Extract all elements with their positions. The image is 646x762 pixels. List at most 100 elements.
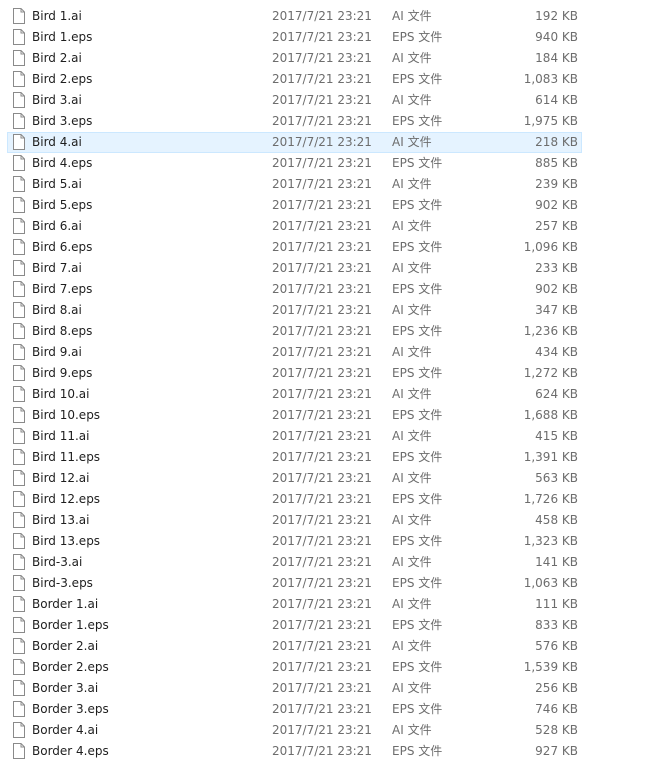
file-icon — [13, 407, 25, 423]
file-row[interactable]: Bird 13.eps 2017/7/21 23:21 EPS 文件 1,323… — [0, 531, 646, 552]
file-date-modified: 2017/7/21 23:21 — [272, 261, 372, 275]
file-row[interactable]: Bird 7.ai 2017/7/21 23:21 AI 文件 233 KB — [0, 258, 646, 279]
file-date-modified: 2017/7/21 23:21 — [272, 387, 372, 401]
file-row[interactable]: Bird-3.ai 2017/7/21 23:21 AI 文件 141 KB — [0, 552, 646, 573]
file-date-modified: 2017/7/21 23:21 — [272, 639, 372, 653]
file-size: 1,236 KB — [523, 324, 578, 338]
file-size: 1,083 KB — [523, 72, 578, 86]
file-row[interactable]: Bird 6.ai 2017/7/21 23:21 AI 文件 257 KB — [0, 216, 646, 237]
file-size: 434 KB — [535, 345, 578, 359]
file-size: 141 KB — [535, 555, 578, 569]
file-row[interactable]: Bird 7.eps 2017/7/21 23:21 EPS 文件 902 KB — [0, 279, 646, 300]
file-date-modified: 2017/7/21 23:21 — [272, 408, 372, 422]
file-name: Bird 8.eps — [32, 324, 93, 338]
file-row[interactable]: Bird 2.ai 2017/7/21 23:21 AI 文件 184 KB — [0, 48, 646, 69]
file-row[interactable]: Bird 1.eps 2017/7/21 23:21 EPS 文件 940 KB — [0, 27, 646, 48]
file-name: Bird 8.ai — [32, 303, 82, 317]
file-name: Bird 1.ai — [32, 9, 82, 23]
file-row[interactable]: Bird 12.eps 2017/7/21 23:21 EPS 文件 1,726… — [0, 489, 646, 510]
file-icon — [13, 554, 25, 570]
file-date-modified: 2017/7/21 23:21 — [272, 345, 372, 359]
file-icon — [13, 701, 25, 717]
file-row[interactable]: Bird 1.ai 2017/7/21 23:21 AI 文件 192 KB — [0, 6, 646, 27]
file-name: Bird 10.eps — [32, 408, 101, 422]
file-row[interactable]: Border 1.eps 2017/7/21 23:21 EPS 文件 833 … — [0, 615, 646, 636]
file-icon — [13, 155, 25, 171]
file-size: 192 KB — [535, 9, 578, 23]
file-name: Bird 3.eps — [32, 114, 93, 128]
file-name: Border 3.eps — [32, 702, 109, 716]
file-date-modified: 2017/7/21 23:21 — [272, 597, 372, 611]
file-date-modified: 2017/7/21 23:21 — [272, 198, 372, 212]
file-name: Bird 11.ai — [32, 429, 90, 443]
file-date-modified: 2017/7/21 23:21 — [272, 156, 372, 170]
file-icon — [13, 281, 25, 297]
file-name: Bird 5.ai — [32, 177, 82, 191]
file-size: 902 KB — [535, 282, 578, 296]
file-row[interactable]: Bird 12.ai 2017/7/21 23:21 AI 文件 563 KB — [0, 468, 646, 489]
file-row[interactable]: Bird 2.eps 2017/7/21 23:21 EPS 文件 1,083 … — [0, 69, 646, 90]
file-row[interactable]: Border 3.eps 2017/7/21 23:21 EPS 文件 746 … — [0, 699, 646, 720]
file-date-modified: 2017/7/21 23:21 — [272, 576, 372, 590]
file-name: Bird 2.ai — [32, 51, 82, 65]
file-row[interactable]: Bird 6.eps 2017/7/21 23:21 EPS 文件 1,096 … — [0, 237, 646, 258]
file-row[interactable]: Bird 4.eps 2017/7/21 23:21 EPS 文件 885 KB — [0, 153, 646, 174]
file-row[interactable]: Bird 8.eps 2017/7/21 23:21 EPS 文件 1,236 … — [0, 321, 646, 342]
file-size: 1,975 KB — [523, 114, 578, 128]
file-name: Border 4.ai — [32, 723, 99, 737]
file-icon — [13, 596, 25, 612]
file-icon — [13, 344, 25, 360]
file-name: Bird 5.eps — [32, 198, 93, 212]
file-icon — [13, 512, 25, 528]
file-name: Border 1.ai — [32, 597, 99, 611]
file-name: Bird 2.eps — [32, 72, 93, 86]
file-row[interactable]: Bird 9.ai 2017/7/21 23:21 AI 文件 434 KB — [0, 342, 646, 363]
file-name: Bird 1.eps — [32, 30, 93, 44]
file-icon — [13, 449, 25, 465]
file-row[interactable]: Bird 5.ai 2017/7/21 23:21 AI 文件 239 KB — [0, 174, 646, 195]
file-row[interactable]: Border 4.ai 2017/7/21 23:21 AI 文件 528 KB — [0, 720, 646, 741]
file-row[interactable]: Bird 11.ai 2017/7/21 23:21 AI 文件 415 KB — [0, 426, 646, 447]
file-size: 746 KB — [535, 702, 578, 716]
file-icon — [13, 470, 25, 486]
file-icon — [13, 323, 25, 339]
file-name: Bird 12.ai — [32, 471, 90, 485]
file-row[interactable]: Bird 4.ai 2017/7/21 23:21 AI 文件 218 KB — [0, 132, 646, 153]
file-date-modified: 2017/7/21 23:21 — [272, 450, 372, 464]
file-row[interactable]: Bird-3.eps 2017/7/21 23:21 EPS 文件 1,063 … — [0, 573, 646, 594]
file-name: Bird 6.ai — [32, 219, 82, 233]
file-row[interactable]: Bird 9.eps 2017/7/21 23:21 EPS 文件 1,272 … — [0, 363, 646, 384]
file-icon — [13, 302, 25, 318]
file-size: 256 KB — [535, 681, 578, 695]
file-date-modified: 2017/7/21 23:21 — [272, 72, 372, 86]
file-date-modified: 2017/7/21 23:21 — [272, 492, 372, 506]
file-icon — [13, 176, 25, 192]
file-icon — [13, 743, 25, 759]
file-row[interactable]: Bird 8.ai 2017/7/21 23:21 AI 文件 347 KB — [0, 300, 646, 321]
file-row[interactable]: Border 2.eps 2017/7/21 23:21 EPS 文件 1,53… — [0, 657, 646, 678]
file-name: Bird 10.ai — [32, 387, 90, 401]
file-row[interactable]: Bird 11.eps 2017/7/21 23:21 EPS 文件 1,391… — [0, 447, 646, 468]
file-row[interactable]: Bird 13.ai 2017/7/21 23:21 AI 文件 458 KB — [0, 510, 646, 531]
file-size: 576 KB — [535, 639, 578, 653]
file-name: Border 2.eps — [32, 660, 109, 674]
file-size: 624 KB — [535, 387, 578, 401]
file-row[interactable]: Bird 3.ai 2017/7/21 23:21 AI 文件 614 KB — [0, 90, 646, 111]
file-row[interactable]: Bird 10.eps 2017/7/21 23:21 EPS 文件 1,688… — [0, 405, 646, 426]
file-row[interactable]: Bird 3.eps 2017/7/21 23:21 EPS 文件 1,975 … — [0, 111, 646, 132]
file-name: Bird 9.ai — [32, 345, 82, 359]
file-row[interactable]: Border 1.ai 2017/7/21 23:21 AI 文件 111 KB — [0, 594, 646, 615]
file-date-modified: 2017/7/21 23:21 — [272, 681, 372, 695]
file-row[interactable]: Bird 5.eps 2017/7/21 23:21 EPS 文件 902 KB — [0, 195, 646, 216]
file-name: Bird 6.eps — [32, 240, 93, 254]
file-size: 111 KB — [535, 597, 578, 611]
file-row[interactable]: Bird 10.ai 2017/7/21 23:21 AI 文件 624 KB — [0, 384, 646, 405]
file-icon — [13, 29, 25, 45]
file-icon — [13, 92, 25, 108]
file-icon — [13, 197, 25, 213]
file-size: 1,272 KB — [523, 366, 578, 380]
file-row[interactable]: Border 3.ai 2017/7/21 23:21 AI 文件 256 KB — [0, 678, 646, 699]
file-row[interactable]: Border 2.ai 2017/7/21 23:21 AI 文件 576 KB — [0, 636, 646, 657]
file-size: 563 KB — [535, 471, 578, 485]
file-size: 218 KB — [535, 135, 578, 149]
